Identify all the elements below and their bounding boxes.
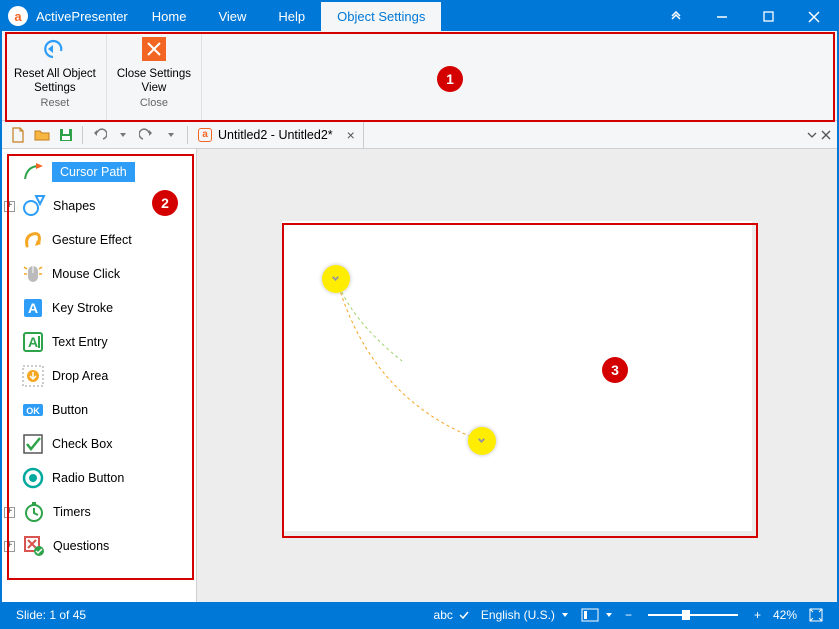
key-stroke-icon: A bbox=[20, 295, 46, 321]
close-x-icon bbox=[140, 35, 168, 63]
sidebar-item-drop-area[interactable]: Drop Area bbox=[2, 359, 196, 393]
sidebar-item-label: Gesture Effect bbox=[52, 233, 132, 247]
sidebar-item-shapes[interactable]: + Shapes bbox=[2, 189, 196, 223]
sidebar-item-radio-button[interactable]: Radio Button bbox=[2, 461, 196, 495]
sidebar-item-label: Cursor Path bbox=[52, 162, 135, 182]
zoom-slider[interactable] bbox=[648, 614, 738, 616]
sidebar-item-gesture-effect[interactable]: Gesture Effect bbox=[2, 223, 196, 257]
status-bar: Slide: 1 of 45 abc English (U.S.) − + 42… bbox=[2, 602, 837, 627]
expand-icon[interactable]: + bbox=[4, 541, 15, 552]
sidebar-item-label: Button bbox=[52, 403, 88, 417]
canvas-area[interactable] bbox=[197, 149, 837, 602]
tab-object-settings[interactable]: Object Settings bbox=[321, 2, 441, 31]
panel-dropdown-button[interactable] bbox=[805, 130, 819, 140]
ribbon-collapse-button[interactable] bbox=[653, 2, 699, 31]
document-tab-close[interactable]: × bbox=[347, 127, 355, 143]
ribbon-group-close: Close Settings View Close bbox=[107, 33, 202, 120]
sidebar-item-key-stroke[interactable]: A Key Stroke bbox=[2, 291, 196, 325]
panel-close-button[interactable] bbox=[819, 130, 833, 140]
redo-dropdown[interactable] bbox=[159, 123, 183, 147]
reset-label-1: Reset All Object bbox=[14, 67, 96, 81]
close-label-2: View bbox=[142, 81, 167, 95]
reset-label-2: Settings bbox=[34, 81, 76, 95]
cursor-path-curve bbox=[282, 221, 752, 531]
text-entry-icon: A bbox=[20, 329, 46, 355]
mouse-click-icon bbox=[20, 261, 46, 287]
close-button[interactable] bbox=[791, 2, 837, 31]
sidebar-item-label: Text Entry bbox=[52, 335, 108, 349]
cursor-path-icon bbox=[20, 159, 46, 185]
sidebar-item-label: Check Box bbox=[52, 437, 112, 451]
sidebar-item-label: Timers bbox=[53, 505, 91, 519]
open-file-button[interactable] bbox=[30, 123, 54, 147]
undo-arrow-icon bbox=[41, 35, 69, 63]
reset-all-object-settings-button[interactable]: Reset All Object Settings bbox=[14, 35, 96, 95]
close-label-1: Close Settings bbox=[117, 67, 191, 81]
ribbon-group-reset: Reset All Object Settings Reset bbox=[4, 33, 107, 120]
gesture-effect-icon bbox=[20, 227, 46, 253]
sidebar-item-questions[interactable]: + Questions bbox=[2, 529, 196, 563]
undo-dropdown[interactable] bbox=[111, 123, 135, 147]
minimize-button[interactable] bbox=[699, 2, 745, 31]
shapes-icon bbox=[21, 193, 47, 219]
sidebar-item-label: Mouse Click bbox=[52, 267, 120, 281]
zoom-level[interactable]: 42% bbox=[767, 608, 803, 622]
sidebar-item-label: Drop Area bbox=[52, 369, 108, 383]
sidebar-item-label: Questions bbox=[53, 539, 109, 553]
chevron-down-icon bbox=[561, 611, 569, 619]
sidebar-item-label: Shapes bbox=[53, 199, 95, 213]
object-tree-sidebar: Cursor Path + Shapes Gesture Effect Mous… bbox=[2, 149, 197, 602]
close-group-label: Close bbox=[140, 97, 168, 109]
chevron-down-icon bbox=[605, 611, 613, 619]
expand-icon[interactable]: + bbox=[4, 507, 15, 518]
quick-access-toolbar: a Untitled2 - Untitled2* × bbox=[2, 121, 837, 149]
check-box-icon bbox=[20, 431, 46, 457]
sidebar-item-check-box[interactable]: Check Box bbox=[2, 427, 196, 461]
questions-icon bbox=[21, 533, 47, 559]
zoom-out-button[interactable]: − bbox=[619, 608, 638, 622]
save-button[interactable] bbox=[54, 123, 78, 147]
sidebar-item-label: Key Stroke bbox=[52, 301, 113, 315]
cursor-path-end-point[interactable] bbox=[468, 427, 496, 455]
timers-icon bbox=[21, 499, 47, 525]
sidebar-item-mouse-click[interactable]: Mouse Click bbox=[2, 257, 196, 291]
document-icon: a bbox=[198, 128, 212, 142]
maximize-button[interactable] bbox=[745, 2, 791, 31]
app-name: ActivePresenter bbox=[34, 2, 136, 31]
svg-text:A: A bbox=[28, 300, 38, 316]
sidebar-item-label: Radio Button bbox=[52, 471, 124, 485]
cursor-path-start-point[interactable] bbox=[322, 265, 350, 293]
ribbon: Reset All Object Settings Reset Close Se… bbox=[2, 31, 837, 121]
spellcheck-indicator[interactable]: abc bbox=[428, 608, 475, 622]
svg-text:OK: OK bbox=[26, 406, 40, 416]
view-mode-button[interactable] bbox=[575, 608, 619, 622]
redo-button[interactable] bbox=[135, 123, 159, 147]
sidebar-item-button[interactable]: OK Button bbox=[2, 393, 196, 427]
new-file-button[interactable] bbox=[6, 123, 30, 147]
slide-canvas[interactable] bbox=[282, 221, 752, 531]
language-selector[interactable]: English (U.S.) bbox=[475, 608, 575, 622]
zoom-in-button[interactable]: + bbox=[748, 608, 767, 622]
app-logo: a bbox=[8, 6, 28, 26]
tab-home[interactable]: Home bbox=[136, 2, 203, 31]
svg-text:A: A bbox=[28, 334, 38, 350]
button-icon: OK bbox=[20, 397, 46, 423]
drop-area-icon bbox=[20, 363, 46, 389]
undo-button[interactable] bbox=[87, 123, 111, 147]
title-bar: a ActivePresenter Home View Help Object … bbox=[2, 2, 837, 31]
tab-help[interactable]: Help bbox=[262, 2, 321, 31]
document-title: Untitled2 - Untitled2* bbox=[218, 128, 333, 142]
sidebar-item-text-entry[interactable]: A Text Entry bbox=[2, 325, 196, 359]
reset-group-label: Reset bbox=[41, 97, 70, 109]
fit-to-window-button[interactable] bbox=[803, 608, 829, 622]
expand-icon[interactable]: + bbox=[4, 201, 15, 212]
document-tab[interactable]: a Untitled2 - Untitled2* × bbox=[192, 121, 364, 148]
radio-button-icon bbox=[20, 465, 46, 491]
tab-view[interactable]: View bbox=[202, 2, 262, 31]
sidebar-item-timers[interactable]: + Timers bbox=[2, 495, 196, 529]
close-settings-view-button[interactable]: Close Settings View bbox=[117, 35, 191, 95]
slide-counter[interactable]: Slide: 1 of 45 bbox=[10, 608, 92, 622]
sidebar-item-cursor-path[interactable]: Cursor Path bbox=[2, 155, 196, 189]
check-icon bbox=[459, 610, 469, 620]
